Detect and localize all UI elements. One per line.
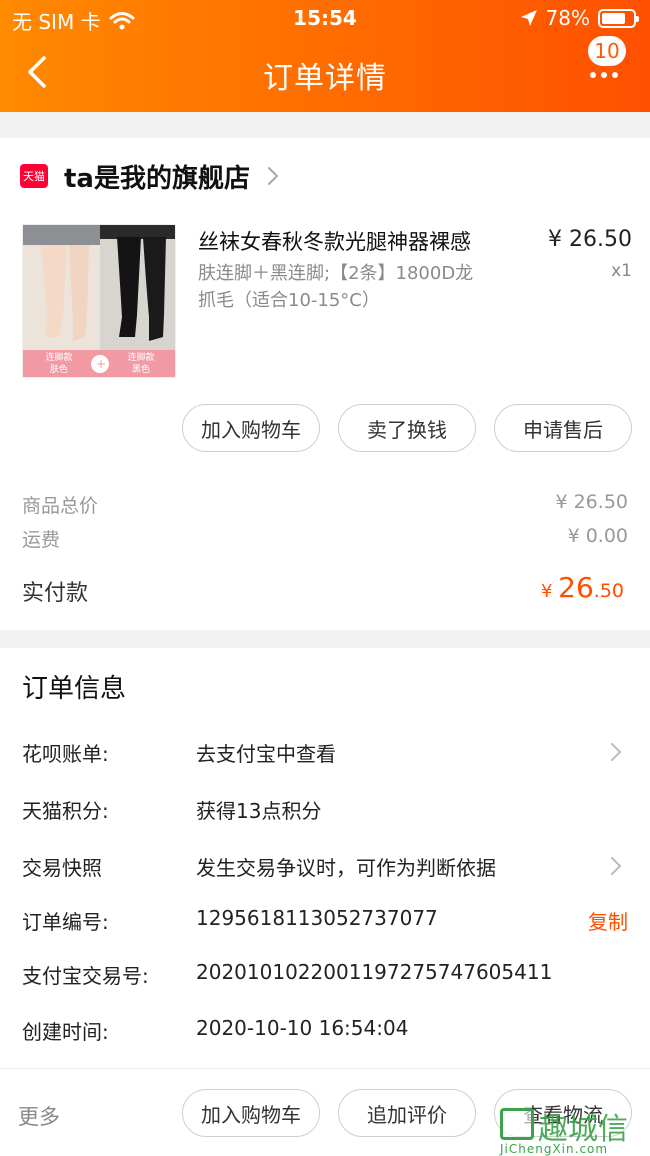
paid-amount: ¥ 26.50 [540,571,624,604]
alipay-number-value: 2020101022001197275747605411 [196,960,553,984]
chevron-right-icon [611,743,622,761]
product-image[interactable]: + 连脚款 肤色 连脚款 黑色 [22,224,176,378]
snapshot-row[interactable]: 交易快照 发生交易争议时，可作为判断依据 [0,846,650,886]
chevron-right-icon [267,167,279,185]
location-arrow-icon [520,10,537,26]
battery-fill [602,12,626,24]
snapshot-label: 交易快照 [22,856,102,880]
points-value: 获得13点积分 [196,799,322,823]
order-number-label: 订单编号: [22,910,109,934]
more-button[interactable]: 更多 [18,1101,60,1131]
add-to-cart-bottom-button[interactable]: 加入购物车 [182,1089,320,1137]
watermark-logo-icon [500,1108,534,1140]
order-info-title: 订单信息 [22,674,127,704]
product-price: ¥ 26.50 [548,227,632,252]
alipay-number-row: 支付宝交易号: 2020101022001197275747605411 [0,954,650,994]
huabei-value: 去支付宝中查看 [196,742,336,766]
goods-total-row: 商品总价 ¥ 26.50 [22,491,628,518]
shipping-label: 运费 [22,529,61,551]
after-sales-button[interactable]: 申请售后 [494,404,632,452]
created-time-label: 创建时间: [22,1020,109,1044]
points-label: 天猫积分: [22,799,109,823]
shipping-row: 运费 ¥ 0.00 [22,525,628,552]
product-title[interactable]: 丝袜女春秋冬款光腿神器裸感 [198,226,471,256]
add-review-button[interactable]: 追加评价 [338,1089,476,1137]
goods-total-label: 商品总价 [22,495,99,517]
shop-name: ta是我的旗舰店 [64,163,250,194]
image-label-right-1: 连脚款 [127,353,155,363]
product-card [0,138,650,630]
tmall-icon: 天猫 [20,164,48,188]
message-badge: 10 [588,36,626,66]
page-title: 订单详情 [263,61,387,96]
status-bar: 无 SIM 卡 15:54 78% [0,0,650,36]
snapshot-value: 发生交易争议时，可作为判断依据 [196,856,496,880]
shop-link[interactable]: 天猫 ta是我的旗舰店 [0,154,650,198]
battery-percent: 78% [545,6,590,30]
paid-label: 实付款 [22,581,89,606]
product-quantity: x1 [611,261,632,281]
paid-row: 实付款 ¥ 26.50 [22,571,624,607]
huabei-row[interactable]: 花呗账单: 去支付宝中查看 [0,732,650,772]
watermark-url: JiChengXin.com [500,1142,609,1156]
more-menu-button[interactable]: 10 [574,36,634,96]
chevron-right-icon [611,857,622,875]
add-to-cart-button[interactable]: 加入购物车 [182,404,320,452]
huabei-label: 花呗账单: [22,742,109,766]
product-spec-line-1: 肤连脚＋黑连脚;【2条】1800D龙 [198,263,474,284]
image-label-left-2: 肤色 [49,365,68,375]
app-header: 无 SIM 卡 15:54 78% 订单详情 10 [0,0,650,112]
created-time-row: 创建时间: 2020-10-10 16:54:04 [0,1010,650,1050]
alipay-number-label: 支付宝交易号: [22,964,149,988]
product-spec-line-2: 抓毛（适合10-15°C） [198,290,380,311]
battery-icon [598,8,639,28]
goods-total-value: ¥ 26.50 [555,491,628,513]
watermark: 趣城信 JiChengXin.com [500,1104,646,1156]
copy-button[interactable]: 复制 [588,906,628,935]
image-label-right-2: 黑色 [131,365,150,375]
order-number-row: 订单编号: 1295618113052737077 复制 [0,900,650,940]
points-row: 天猫积分: 获得13点积分 [0,789,650,829]
product-spec: 肤连脚＋黑连脚;【2条】1800D龙 抓毛（适合10-15°C） [198,260,528,314]
resell-button[interactable]: 卖了换钱 [338,404,476,452]
more-dots-icon [590,72,618,78]
image-label-left-1: 连脚款 [45,353,73,363]
created-time-value: 2020-10-10 16:54:04 [196,1016,409,1040]
order-number-value: 1295618113052737077 [196,906,438,930]
shipping-value: ¥ 0.00 [567,525,628,547]
